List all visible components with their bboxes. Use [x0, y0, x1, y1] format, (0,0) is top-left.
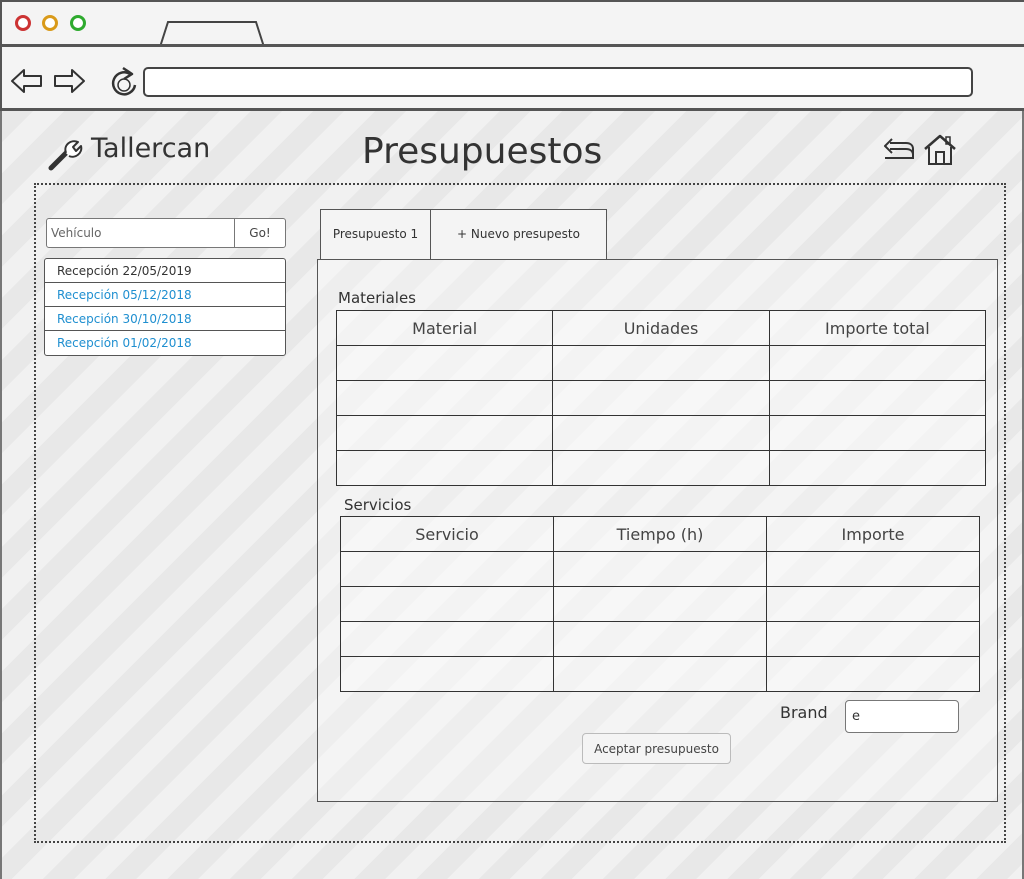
column-header: Importe total [768, 310, 987, 346]
column-header: Tiempo (h) [553, 516, 767, 552]
vehicle-search-input[interactable] [47, 219, 233, 247]
table-cell[interactable] [552, 450, 770, 486]
table-row [335, 415, 987, 451]
wrench-icon [48, 140, 83, 171]
accept-budget-button[interactable]: Aceptar presupuesto [582, 733, 731, 764]
table-cell[interactable] [553, 621, 767, 657]
table-row [335, 345, 987, 381]
services-label: Servicios [344, 496, 412, 514]
reception-list: Recepción 22/05/2019 Recepción 05/12/201… [44, 258, 286, 356]
table-cell[interactable] [335, 415, 554, 451]
page-body: Tallercan Presupuestos Go! Recepción 22/… [0, 111, 1024, 879]
close-window-button[interactable] [15, 15, 31, 31]
page-title: Presupuestos [362, 131, 603, 172]
reload-icon[interactable] [108, 65, 140, 99]
table-cell[interactable] [768, 450, 987, 486]
column-header: Unidades [552, 310, 770, 346]
table-cell[interactable] [553, 656, 767, 692]
table-row [335, 380, 987, 416]
services-table: Servicio Tiempo (h) Importe [340, 516, 980, 692]
table-cell[interactable] [335, 345, 554, 381]
table-cell[interactable] [340, 586, 554, 622]
table-row [340, 621, 980, 657]
table-cell[interactable] [552, 415, 770, 451]
undo-icon[interactable] [882, 137, 916, 163]
brand-input[interactable] [845, 700, 959, 733]
go-button[interactable]: Go! [234, 219, 285, 247]
reception-item[interactable]: Recepción 01/02/2018 [45, 331, 285, 355]
table-cell[interactable] [553, 586, 767, 622]
table-row [340, 656, 980, 692]
table-cell[interactable] [335, 380, 554, 416]
table-cell[interactable] [340, 621, 554, 657]
table-row [335, 450, 987, 486]
column-header: Material [335, 310, 554, 346]
browser-tab[interactable] [160, 20, 264, 47]
table-cell[interactable] [768, 345, 987, 381]
table-cell[interactable] [768, 380, 987, 416]
table-cell[interactable] [553, 551, 767, 587]
materials-label: Materiales [338, 289, 416, 307]
column-header: Importe [766, 516, 980, 552]
table-cell[interactable] [552, 380, 770, 416]
browser-navbar [0, 47, 1024, 109]
app-name: Tallercan [91, 133, 211, 164]
brand-label: Brand [780, 703, 828, 722]
reception-item[interactable]: Recepción 05/12/2018 [45, 283, 285, 307]
app-logo[interactable]: Tallercan [47, 133, 211, 173]
vehicle-search: Go! [46, 218, 286, 248]
column-header: Servicio [340, 516, 554, 552]
back-arrow-icon[interactable] [10, 67, 44, 95]
home-icon[interactable] [922, 133, 958, 167]
table-cell[interactable] [552, 345, 770, 381]
browser-titlebar [0, 0, 1024, 47]
tab-presupuesto-1[interactable]: Presupuesto 1 [320, 209, 431, 259]
table-cell[interactable] [340, 656, 554, 692]
reception-item[interactable]: Recepción 30/10/2018 [45, 307, 285, 331]
forward-arrow-icon[interactable] [52, 67, 86, 95]
table-cell[interactable] [768, 415, 987, 451]
materials-table: Material Unidades Importe total [335, 310, 987, 486]
minimize-window-button[interactable] [42, 15, 58, 31]
table-cell[interactable] [335, 450, 554, 486]
table-cell[interactable] [766, 621, 980, 657]
table-row [340, 586, 980, 622]
table-cell[interactable] [766, 551, 980, 587]
budget-panel: Materiales Material Unidades Importe tot… [317, 259, 998, 802]
reception-item[interactable]: Recepción 22/05/2019 [45, 259, 285, 283]
table-row [340, 551, 980, 587]
table-cell[interactable] [766, 586, 980, 622]
table-cell[interactable] [340, 551, 554, 587]
table-cell[interactable] [766, 656, 980, 692]
maximize-window-button[interactable] [70, 15, 86, 31]
address-bar[interactable] [143, 67, 973, 97]
tab-new-budget[interactable]: + Nuevo presupesto [430, 209, 607, 259]
